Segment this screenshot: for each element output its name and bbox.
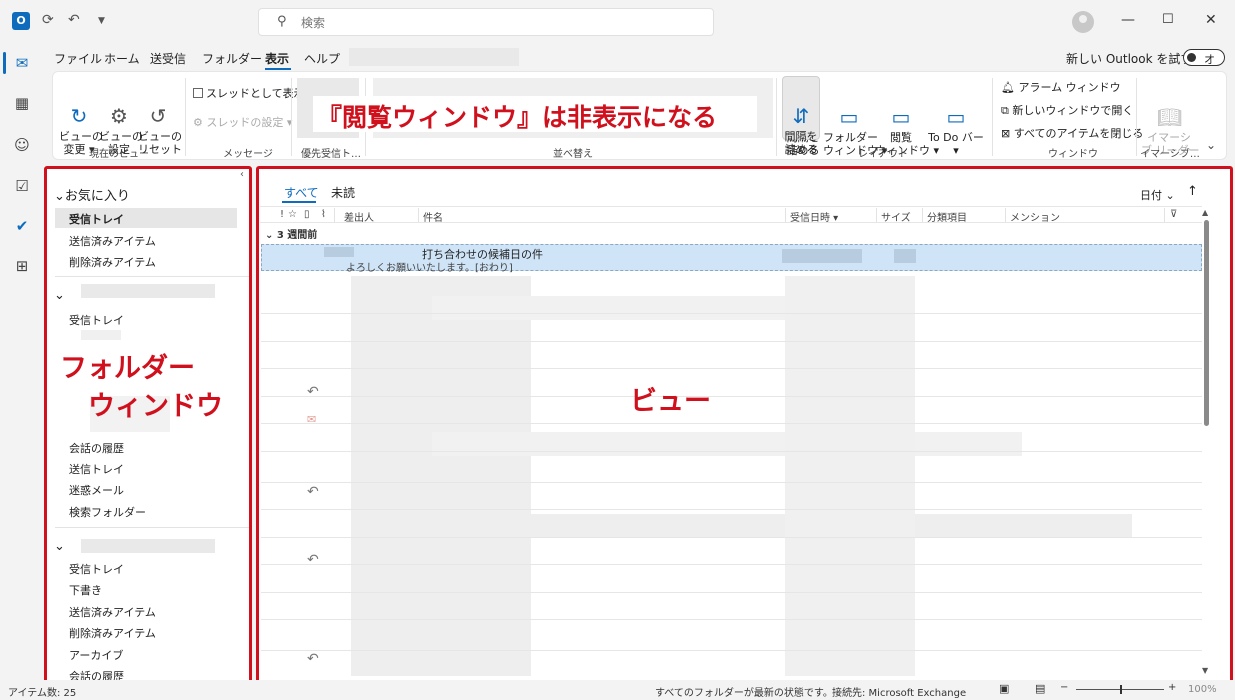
zoom-out-icon[interactable]: −: [1060, 682, 1068, 693]
todo-bar-icon: ▭: [946, 105, 966, 129]
active-tab-indicator: [265, 68, 291, 70]
ribbon-separator: [1136, 78, 1137, 156]
close-icon[interactable]: ✕: [1205, 12, 1217, 28]
reset-icon: ↺: [149, 104, 167, 128]
rail-active-indicator: [3, 52, 6, 74]
group-window: ウィンドウ: [1048, 149, 1098, 160]
search-icon: ⚲: [277, 14, 287, 29]
outlook-logo: O: [12, 12, 30, 30]
show-as-thread-label: スレッドとして表示: [206, 87, 305, 100]
reading-view-icon[interactable]: ▤: [1035, 682, 1045, 695]
compact-spacing-overlay[interactable]: ⇵ 間隔を 詰める: [783, 78, 819, 156]
maximize-icon[interactable]: ☐: [1162, 12, 1174, 27]
ribbon-separator: [185, 78, 186, 156]
ribbon-separator: [992, 78, 993, 156]
ribbon-separator: [291, 78, 292, 156]
new-outlook-toggle[interactable]: オフ: [1183, 49, 1225, 82]
tab-home[interactable]: ホーム: [104, 50, 140, 67]
show-as-thread-checkbox[interactable]: スレッドとして表示: [193, 85, 305, 101]
apps-icon[interactable]: ⊞: [11, 255, 33, 277]
compact-spacing-label: 間隔を 詰める: [784, 130, 818, 156]
close-window-icon: ⊠: [1001, 127, 1014, 140]
try-new-outlook-label: 新しい Outlook を試す: [1066, 52, 1193, 66]
people-icon[interactable]: ☺: [11, 134, 33, 156]
customize-toolbar-icon[interactable]: ▼: [98, 16, 105, 26]
toggle-knob: [1187, 53, 1196, 62]
annotation-folder-pane-box: [44, 166, 252, 684]
group-immersive: イマーシブ…: [1140, 149, 1200, 160]
bell-icon: 🔔︎: [1001, 81, 1019, 94]
ribbon-separator: [776, 78, 777, 156]
todo-icon[interactable]: ✔: [11, 215, 33, 237]
alarm-window-label: アラーム ウィンドウ: [1018, 81, 1121, 94]
minimize-icon[interactable]: —: [1121, 12, 1135, 28]
ribbon-tabs: ファイル ホーム 送受信 フォルダー 表示 ヘルプ 新しい Outlook を試…: [44, 44, 1235, 82]
open-new-window-button[interactable]: ⧉ 新しいウィンドウで開く: [1001, 102, 1133, 118]
checkbox-icon: [193, 88, 203, 98]
group-message: メッセージ: [223, 149, 273, 160]
annotation-view-box: [256, 166, 1233, 684]
todo-bar-button[interactable]: ▭ To Do バー ▾: [927, 79, 985, 170]
title-bar: O ⟳ ↶ ▼ ⚲ — ☐ ✕: [0, 0, 1235, 44]
folder-status: すべてのフォルダーが最新の状態です。: [655, 688, 833, 699]
change-view-icon: ↻: [70, 104, 88, 128]
calendar-icon[interactable]: ▦: [11, 92, 33, 114]
status-bar: アイテム数: 25 すべてのフォルダーが最新の状態です。 接続先: Micros…: [0, 680, 1235, 700]
todo-bar-label: To Do バー ▾: [928, 131, 984, 157]
item-count: アイテム数: 25: [8, 688, 77, 699]
avatar[interactable]: [1072, 11, 1094, 33]
tab-view[interactable]: 表示: [265, 50, 289, 67]
sync-icon[interactable]: ⟳: [42, 12, 54, 28]
group-sort: 並べ替え: [553, 149, 593, 160]
undo-icon[interactable]: ↶: [68, 12, 80, 28]
close-all-items-label: すべてのアイテムを閉じる: [1013, 127, 1144, 140]
zoom-slider-thumb[interactable]: [1120, 685, 1122, 694]
tasks-icon[interactable]: ☑: [11, 175, 33, 197]
reading-pane-icon: ▭: [891, 105, 911, 129]
open-new-window-label: 新しいウィンドウで開く: [1012, 104, 1134, 117]
annotation-reading-pane-hidden: 『閲覧ウィンドウ』は非表示になる: [317, 103, 718, 132]
collapse-ribbon-icon[interactable]: ⌄: [1206, 138, 1216, 152]
zoom-level: 100%: [1188, 684, 1217, 695]
blurred-area: [349, 48, 519, 66]
search-input[interactable]: [301, 14, 691, 32]
alarm-window-button[interactable]: 🔔︎ アラーム ウィンドウ: [1001, 79, 1121, 95]
new-window-icon: ⧉: [1001, 104, 1013, 117]
group-priority-inbox: 優先受信ト…: [301, 149, 361, 160]
mail-icon[interactable]: ✉: [11, 52, 33, 74]
app-rail: ✉ ▦ ☺ ☑ ✔ ⊞: [0, 44, 44, 680]
thread-settings-button[interactable]: ⚙ スレッドの設定 ▾: [193, 114, 292, 130]
tab-help[interactable]: ヘルプ: [304, 50, 340, 67]
immersive-reader-icon: 📖︎: [1157, 105, 1183, 129]
group-current-view: 現在のビュー: [89, 149, 149, 160]
connection-status: 接続先: Microsoft Exchange: [832, 688, 967, 699]
search-box[interactable]: ⚲: [258, 8, 714, 36]
thread-settings-label: スレッドの設定 ▾: [206, 116, 293, 129]
compact-spacing-icon: ⇵: [792, 104, 810, 128]
folder-pane-icon: ▭: [839, 105, 859, 129]
tab-folder[interactable]: フォルダー: [202, 50, 262, 67]
tab-file[interactable]: ファイル: [54, 50, 102, 67]
gear-icon: ⚙: [110, 104, 128, 128]
thread-settings-icon: ⚙: [193, 116, 207, 129]
tab-send-receive[interactable]: 送受信: [150, 50, 186, 67]
zoom-in-icon[interactable]: +: [1168, 682, 1176, 693]
normal-view-icon[interactable]: ▣: [999, 682, 1009, 695]
close-all-items-button[interactable]: ⊠ すべてのアイテムを閉じる: [1001, 125, 1143, 141]
group-layout: レイアウト: [858, 149, 908, 160]
